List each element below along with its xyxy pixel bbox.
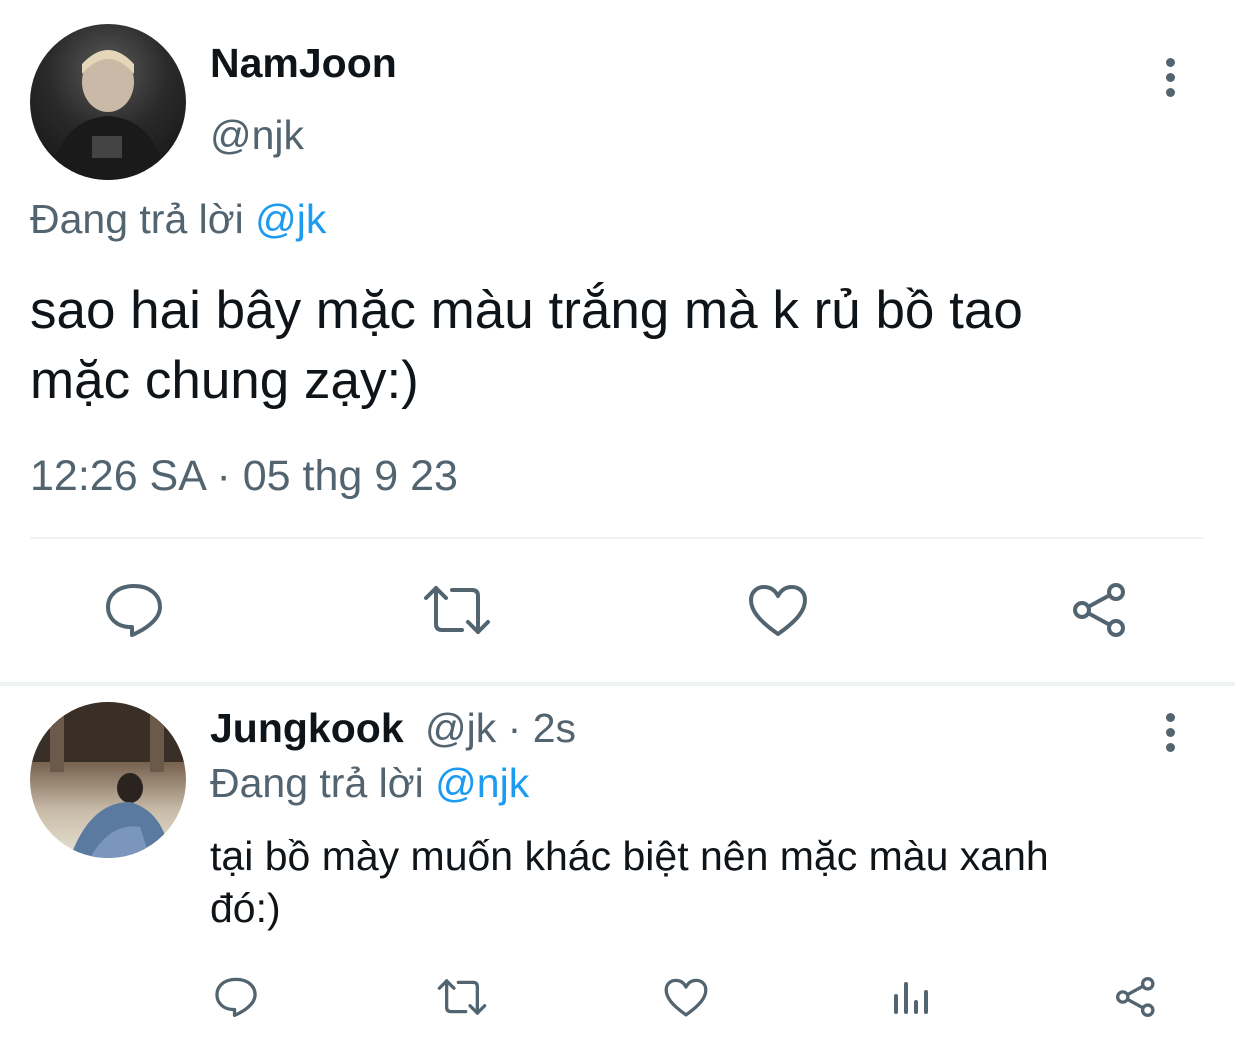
- divider: [30, 537, 1204, 539]
- reply-prefix: Đang trả lời: [30, 196, 244, 242]
- avatar-jungkook[interactable]: [30, 702, 186, 858]
- reply-header: Jungkook @jk · 2s: [210, 705, 576, 752]
- reply-bubble-icon[interactable]: [104, 582, 164, 638]
- reply-bubble-icon[interactable]: [214, 976, 258, 1018]
- share-icon[interactable]: [1114, 976, 1158, 1018]
- reply-text-line: đó:): [210, 885, 281, 931]
- reply-prefix: Đang trả lời: [210, 760, 424, 806]
- display-name[interactable]: Jungkook: [210, 705, 404, 751]
- divider: [0, 682, 1235, 686]
- share-icon[interactable]: [1070, 582, 1130, 638]
- avatar-namjoon[interactable]: [30, 24, 186, 180]
- reply-text-line: tại bồ mày muốn khác biệt nên mặc màu xa…: [210, 833, 1049, 879]
- handle[interactable]: @njk: [210, 112, 304, 159]
- reply-text: tại bồ mày muốn khác biệt nên mặc màu xa…: [210, 830, 1049, 934]
- retweet-icon[interactable]: [422, 584, 492, 636]
- retweet-icon[interactable]: [436, 978, 488, 1016]
- timestamp[interactable]: 12:26 SA · 05 thg 9 23: [30, 452, 458, 501]
- heart-icon[interactable]: [664, 978, 708, 1018]
- tweet-text-line: sao hai bây mặc màu trắng mà k rủ bồ tao: [30, 281, 1023, 340]
- reply-context: Đang trả lời @njk: [210, 760, 529, 807]
- tweet-text-line: mặc chung zạy:): [30, 351, 419, 410]
- analytics-icon[interactable]: [892, 978, 932, 1016]
- reply-to-link[interactable]: @njk: [435, 760, 529, 806]
- reply-to-link[interactable]: @jk: [255, 196, 326, 242]
- handle-and-time[interactable]: @jk · 2s: [425, 705, 576, 751]
- display-name[interactable]: NamJoon: [210, 40, 397, 87]
- tweet-text: sao hai bây mặc màu trắng mà k rủ bồ tao…: [30, 276, 1023, 416]
- more-vertical-icon[interactable]: [1166, 58, 1176, 103]
- heart-icon[interactable]: [748, 584, 808, 638]
- more-vertical-icon[interactable]: [1166, 713, 1176, 758]
- reply-context: Đang trả lời @jk: [30, 196, 326, 243]
